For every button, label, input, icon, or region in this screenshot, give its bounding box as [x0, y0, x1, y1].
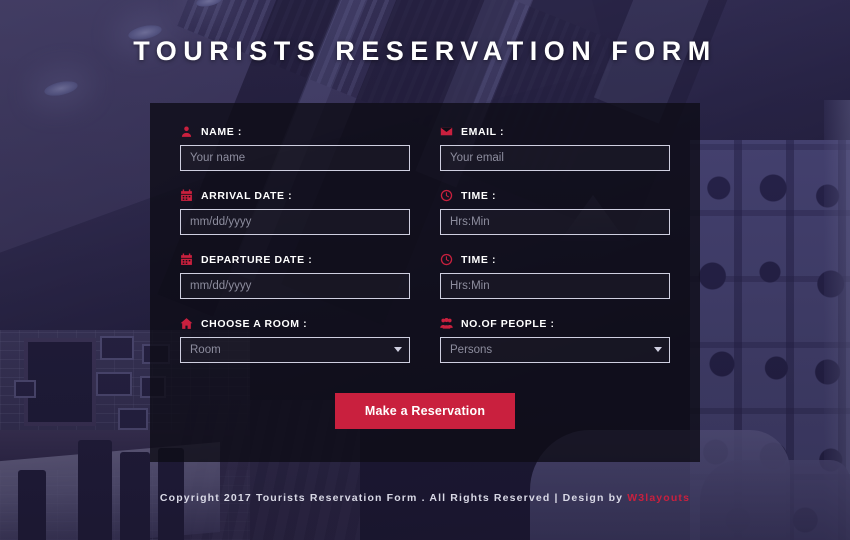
- people-select[interactable]: Persons: [440, 337, 670, 363]
- label-departure-date: DEPARTURE DATE :: [180, 253, 410, 266]
- field-group-room: CHOOSE A ROOM : Room: [180, 317, 410, 363]
- form-row: ARRIVAL DATE : TIME :: [180, 189, 670, 235]
- calendar-icon: [180, 189, 193, 202]
- label-name-text: NAME :: [201, 125, 242, 138]
- label-email-text: EMAIL :: [461, 125, 505, 138]
- label-departure-date-text: DEPARTURE DATE :: [201, 253, 313, 266]
- field-group-arrival-time: TIME :: [440, 189, 670, 235]
- submit-row: Make a Reservation: [150, 393, 700, 429]
- label-departure-time: TIME :: [440, 253, 670, 266]
- field-group-name: NAME :: [180, 125, 410, 171]
- room-select-wrapper: Room: [180, 337, 410, 363]
- field-group-email: EMAIL :: [440, 125, 670, 171]
- clock-icon: [440, 189, 453, 202]
- clock-icon: [440, 253, 453, 266]
- people-icon: [440, 317, 453, 330]
- label-no-of-people: NO.OF PEOPLE :: [440, 317, 670, 330]
- label-choose-room: CHOOSE A ROOM :: [180, 317, 410, 330]
- envelope-icon: [440, 125, 453, 138]
- label-name: NAME :: [180, 125, 410, 138]
- form-row: NAME : EMAIL :: [180, 125, 670, 171]
- label-arrival-time-text: TIME :: [461, 189, 497, 202]
- form-row: DEPARTURE DATE : TIME :: [180, 253, 670, 299]
- user-icon: [180, 125, 193, 138]
- reservation-form-panel: NAME : EMAIL :: [150, 103, 700, 462]
- make-reservation-button[interactable]: Make a Reservation: [334, 393, 516, 429]
- footer-text: Copyright 2017 Tourists Reservation Form…: [159, 492, 628, 504]
- field-group-departure-date: DEPARTURE DATE :: [180, 253, 410, 299]
- home-icon: [180, 317, 193, 330]
- calendar-icon: [180, 253, 193, 266]
- page-content: TOURISTS RESERVATION FORM NAME : Your na…: [0, 0, 850, 540]
- footer-credit-link[interactable]: W3layouts: [627, 492, 690, 504]
- email-input[interactable]: [440, 145, 670, 171]
- label-arrival-date: ARRIVAL DATE :: [180, 189, 410, 202]
- label-choose-room-text: CHOOSE A ROOM :: [201, 317, 308, 330]
- arrival-date-input[interactable]: [180, 209, 410, 235]
- footer: Copyright 2017 Tourists Reservation Form…: [0, 492, 850, 504]
- label-arrival-date-text: ARRIVAL DATE :: [201, 189, 293, 202]
- departure-date-input[interactable]: [180, 273, 410, 299]
- reservation-form: NAME : EMAIL :: [180, 125, 670, 381]
- label-no-of-people-text: NO.OF PEOPLE :: [461, 317, 555, 330]
- field-group-people: NO.OF PEOPLE : Persons: [440, 317, 670, 363]
- arrival-time-input[interactable]: [440, 209, 670, 235]
- label-arrival-time: TIME :: [440, 189, 670, 202]
- name-input[interactable]: [180, 145, 410, 171]
- label-departure-time-text: TIME :: [461, 253, 497, 266]
- page-title: TOURISTS RESERVATION FORM: [133, 36, 717, 66]
- room-select[interactable]: Room: [180, 337, 410, 363]
- field-group-departure-time: TIME :: [440, 253, 670, 299]
- form-row: CHOOSE A ROOM : Room NO.OF PEOPLE: Pers…: [180, 317, 670, 363]
- people-select-wrapper: Persons: [440, 337, 670, 363]
- field-group-arrival-date: ARRIVAL DATE :: [180, 189, 410, 235]
- departure-time-input[interactable]: [440, 273, 670, 299]
- label-email: EMAIL :: [440, 125, 670, 138]
